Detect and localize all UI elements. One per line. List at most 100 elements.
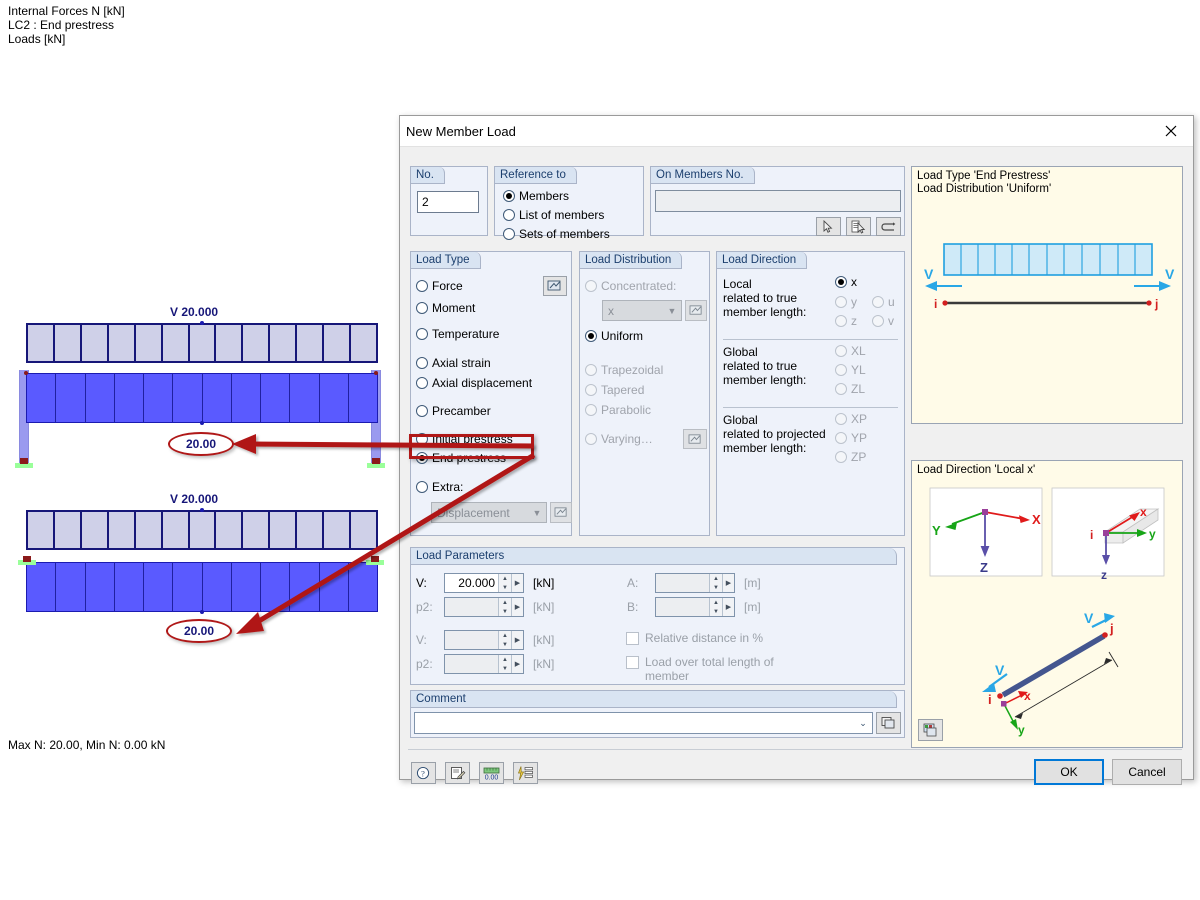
load-type-extra-combo[interactable]: Displacement ▼ [431,502,547,523]
radio-distribution-concentrated[interactable]: Concentrated: [585,279,676,293]
radio-dot-icon [503,209,515,221]
radio-distribution-trapezoidal[interactable]: Trapezoidal [585,363,663,377]
radio-load-type-moment[interactable]: Moment [416,301,475,315]
param-input-p2b[interactable]: ▲ ▼ ▶ [444,654,524,674]
spinner-more-icon[interactable]: ▶ [722,574,734,592]
preview-settings-icon[interactable] [918,719,943,741]
radio-direction-local-v[interactable]: v [872,314,894,328]
radio-direction-xl[interactable]: XL [835,344,866,358]
radio-dot-icon [835,315,847,327]
param-unit-a: [m] [744,576,761,590]
new-member-load-dialog: New Member Load No. Reference to Members [399,115,1194,785]
radio-label: Initial prestress [432,432,513,446]
ok-button[interactable]: OK [1034,759,1104,785]
settings-list-icon[interactable] [513,762,538,784]
load-type-force-picker-icon[interactable] [543,276,567,296]
preview-load-type: Load Type 'End Prestress' Load Distribut… [911,166,1183,424]
checkbox-relative-distance[interactable]: Relative distance in % [626,631,816,645]
units-icon[interactable]: 0.00 [479,762,504,784]
comment-library-icon[interactable] [876,712,901,734]
spinner-arrows-icon[interactable]: ▲ ▼ [498,655,511,673]
svg-text:i: i [934,297,937,311]
pick-members-list-icon[interactable] [846,217,871,236]
radio-load-type-force[interactable]: Force [416,279,463,293]
svg-text:V: V [1084,610,1094,626]
radio-reference-list-of-members[interactable]: List of members [503,208,604,222]
radio-label: Parabolic [601,403,652,417]
radio-load-type-end-prestress[interactable]: End prestress [416,451,506,465]
radio-distribution-parabolic[interactable]: Parabolic [585,403,651,417]
radio-direction-xp[interactable]: XP [835,412,867,426]
radio-label: v [888,314,894,328]
radio-direction-zp[interactable]: ZP [835,450,866,464]
radio-load-type-axial-strain[interactable]: Axial strain [416,356,491,370]
model-legend: Internal Forces N [kN] LC2 : End prestre… [8,4,125,46]
undo-selection-icon[interactable] [876,217,901,236]
spinner-more-icon[interactable]: ▶ [511,574,523,592]
group-on-members-title: On Members No. [651,167,755,184]
radio-direction-zl[interactable]: ZL [835,382,865,396]
param-input-v1[interactable]: 20.000 ▲ ▼ ▶ [444,573,524,593]
comment-combo[interactable]: ⌄ [414,712,873,734]
radio-direction-local-x[interactable]: x [835,275,857,289]
group-load-parameters-title: Load Parameters [411,548,897,565]
param-label-a: A: [627,576,639,590]
radio-reference-sets-of-members[interactable]: Sets of members [503,227,610,241]
distribution-concentrated-combo[interactable]: x ▼ [602,300,682,321]
param-value-v2 [445,631,498,649]
cancel-button[interactable]: Cancel [1112,759,1182,785]
spinner-arrows-icon[interactable]: ▲ ▼ [709,574,722,592]
group-comment: Comment ⌄ [410,690,905,738]
svg-text:x: x [1140,505,1147,519]
radio-direction-local-u[interactable]: u [872,295,895,309]
radio-label: ZP [851,450,867,464]
pick-members-icon[interactable] [816,217,841,236]
checkbox-load-over-total-length[interactable]: Load over total length of member [626,655,786,683]
radio-dot-icon [503,228,515,240]
direction-global-true-label: Global related to true member length: [723,345,807,387]
radio-load-type-extra[interactable]: Extra: [416,480,463,494]
svg-text:V: V [924,266,934,282]
radio-label: y [851,295,857,309]
radio-distribution-uniform[interactable]: Uniform [585,329,643,343]
radio-label: List of members [519,208,605,222]
param-input-p2a[interactable]: ▲ ▼ ▶ [444,597,524,617]
radio-load-type-precamber[interactable]: Precamber [416,404,491,418]
spinner-more-icon[interactable]: ▶ [511,655,523,673]
on-members-input[interactable] [655,190,901,212]
distribution-varying-picker-icon[interactable] [683,429,707,449]
dialog-titlebar: New Member Load [400,116,1193,147]
spinner-more-icon[interactable]: ▶ [511,631,523,649]
spinner-arrows-icon[interactable]: ▲ ▼ [498,598,511,616]
radio-distribution-tapered[interactable]: Tapered [585,383,644,397]
close-icon[interactable] [1149,116,1193,146]
group-load-type-title: Load Type [411,252,481,269]
direction-global-projected-label: Global related to projected member lengt… [723,413,826,455]
spinner-arrows-icon[interactable]: ▲ ▼ [498,631,511,649]
radio-direction-yp[interactable]: YP [835,431,867,445]
spinner-arrows-icon[interactable]: ▲ ▼ [498,574,511,592]
radio-load-type-axial-displacement[interactable]: Axial displacement [416,376,532,390]
radio-reference-members[interactable]: Members [503,189,569,203]
radio-load-type-temperature[interactable]: Temperature [416,327,499,341]
radio-direction-yl[interactable]: YL [835,363,866,377]
param-input-b[interactable]: ▲ ▼ ▶ [655,597,735,617]
load-no-input[interactable] [417,191,479,213]
radio-dot-icon [585,280,597,292]
param-input-a[interactable]: ▲ ▼ ▶ [655,573,735,593]
spinner-more-icon[interactable]: ▶ [511,598,523,616]
distribution-concentrated-picker-icon[interactable] [685,300,707,321]
radio-load-type-initial-prestress[interactable]: Initial prestress [416,432,513,446]
load-type-extra-picker-icon[interactable] [550,502,572,523]
radio-dot-icon [835,296,847,308]
radio-direction-local-y[interactable]: y [835,295,857,309]
spinner-more-icon[interactable]: ▶ [722,598,734,616]
radio-dot-icon [835,413,847,425]
help-icon[interactable]: ? [411,762,436,784]
param-input-v2[interactable]: ▲ ▼ ▶ [444,630,524,650]
radio-direction-local-z[interactable]: z [835,314,857,328]
radio-dot-icon [585,433,597,445]
edit-note-icon[interactable] [445,762,470,784]
radio-distribution-varying[interactable]: Varying… [585,432,653,446]
spinner-arrows-icon[interactable]: ▲ ▼ [709,598,722,616]
